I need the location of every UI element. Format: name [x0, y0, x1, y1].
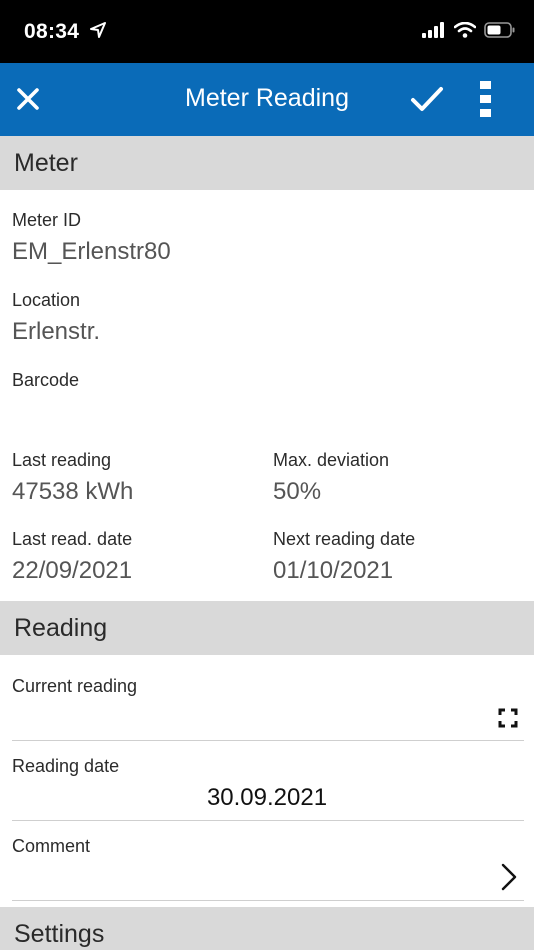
- section-header-reading: Reading: [0, 601, 534, 655]
- section-header-meter: Meter: [0, 136, 534, 190]
- current-reading-label: Current reading: [12, 676, 138, 696]
- max-deviation-label: Max. deviation: [273, 450, 390, 470]
- signal-icon: [422, 22, 446, 43]
- meter-id-value: EM_Erlenstr80: [12, 238, 171, 265]
- last-reading-label: Last reading: [12, 450, 112, 470]
- wifi-icon: [453, 21, 477, 43]
- check-icon[interactable]: [408, 81, 446, 117]
- next-reading-date-value: 01/10/2021: [273, 557, 394, 584]
- comment-field[interactable]: Comment: [0, 821, 534, 900]
- divider: [12, 900, 524, 901]
- barcode-label: Barcode: [12, 370, 80, 390]
- location-value: Erlenstr.: [12, 318, 101, 345]
- app-bar: Meter Reading: [0, 63, 534, 136]
- status-bar: 08:34: [0, 0, 534, 63]
- next-reading-date-label: Next reading date: [273, 529, 416, 549]
- battery-icon: [484, 22, 516, 43]
- reading-date-value[interactable]: 30.09.2021: [0, 784, 534, 812]
- status-time: 08:34: [24, 20, 80, 43]
- section-header-settings: Settings: [0, 907, 534, 950]
- reading-date-field[interactable]: Reading date 30.09.2021: [0, 741, 534, 820]
- last-reading-value: 47538 kWh: [12, 478, 134, 505]
- reading-date-label: Reading date: [12, 756, 120, 776]
- page-title: Meter Reading: [185, 84, 349, 112]
- location-arrow-icon: [90, 22, 106, 43]
- max-deviation-value: 50%: [273, 478, 322, 505]
- meter-id-label: Meter ID: [12, 210, 82, 230]
- status-indicators: [422, 21, 516, 43]
- last-read-date-label: Last read. date: [12, 529, 133, 549]
- location-label: Location: [12, 290, 81, 310]
- comment-label: Comment: [12, 836, 91, 856]
- last-read-date-value: 22/09/2021: [12, 557, 133, 584]
- current-reading-field[interactable]: Current reading: [0, 660, 534, 740]
- more-vertical-icon[interactable]: [476, 79, 496, 119]
- scan-icon[interactable]: [498, 708, 518, 728]
- chevron-right-icon[interactable]: [500, 863, 518, 891]
